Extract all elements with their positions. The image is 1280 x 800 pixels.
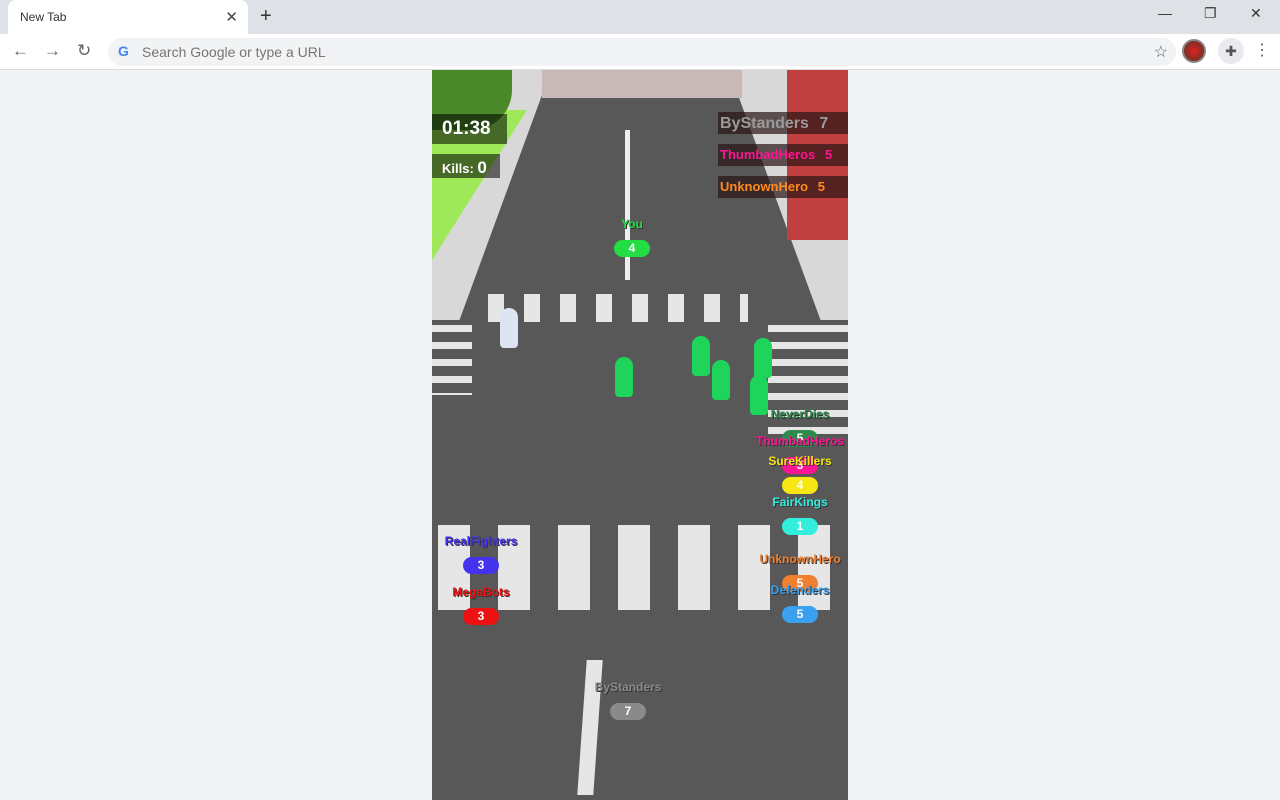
leaderboard-score: 7 [819,115,829,132]
crowd-name-label: RealFighters [444,534,518,548]
crowd-name-label: SureKillers [768,454,832,468]
leaderboard-row: ThumbadHeros 5 [718,144,848,166]
tab-new-tab[interactable]: New Tab ✕ [8,0,248,34]
new-tab-button[interactable]: + [260,5,272,28]
leaderboard-row: ByStanders 7 [718,112,848,134]
crowd-count-badge: 1 [782,518,818,535]
leaderboard-score: 5 [824,147,833,162]
forward-icon[interactable]: → [44,41,61,61]
close-window-button[interactable]: ✕ [1250,5,1262,22]
address-input[interactable] [142,38,1122,66]
player-figure [692,336,710,376]
crowd-name-label: NeverDies [770,407,830,421]
crowd-name-label: MegaBots [452,585,510,599]
bookmark-star-icon[interactable]: ☆ [1154,42,1168,62]
game-canvas[interactable]: 01:38 Kills: 0 ByStanders 7 ThumbadHeros … [432,70,848,800]
tab-strip: New Tab ✕ + — ❐ ✕ [0,0,1280,34]
crowd-name-label: ByStanders [594,680,662,694]
reload-icon[interactable]: ↻ [77,41,91,61]
profile-avatar[interactable] [1182,39,1206,63]
leaderboard-row: UnknownHero 5 [718,176,848,198]
close-tab-icon[interactable]: ✕ [225,8,238,26]
kills-value: 0 [477,158,487,177]
extensions-puzzle-icon[interactable]: ✚ [1218,38,1244,64]
crowd-name-label: FairKings [772,495,828,509]
crowd-count-badge: 4 [614,240,650,257]
kills-counter: Kills: 0 [432,154,500,178]
crosswalk-top [488,294,748,322]
crosswalk-left [432,325,472,395]
crowd-name-label: UnknownHero [759,552,841,566]
bystander-figure [500,308,518,348]
menu-kebab-icon[interactable]: ⋮ [1254,40,1270,60]
leaderboard-score: 5 [817,179,825,194]
crowd-name-label: You [621,217,643,231]
buildings-far [542,70,742,98]
back-icon[interactable]: ← [12,41,29,61]
google-icon: G [118,43,129,59]
player-figure [615,357,633,397]
tab-title: New Tab [20,10,67,24]
crowd-count-badge: 4 [782,477,818,494]
player-figure [712,360,730,400]
crowd-count-badge: 5 [782,606,818,623]
minimize-button[interactable]: — [1158,5,1172,21]
leaderboard-name: ThumbadHeros [720,147,816,162]
leaderboard-name: UnknownHero [720,179,809,194]
toolbar: ← → ↻ G ☆ ✚ ⋮ [0,34,1280,70]
crowd-count-badge: 3 [463,608,499,625]
player-figure [754,338,772,378]
crowd-name-label: ThumbadHeros [755,434,845,448]
omnibox[interactable]: G ☆ [108,38,1176,66]
kills-label: Kills: [442,161,474,176]
crowd-count-badge: 7 [610,703,646,720]
crowd-name-label: Defenders [770,583,830,597]
lane-line [625,130,630,280]
timer: 01:38 [432,114,507,144]
player-figure [750,375,768,415]
crowd-count-badge: 3 [463,557,499,574]
restore-button[interactable]: ❐ [1204,5,1217,22]
leaderboard-name: ByStanders [720,115,809,132]
